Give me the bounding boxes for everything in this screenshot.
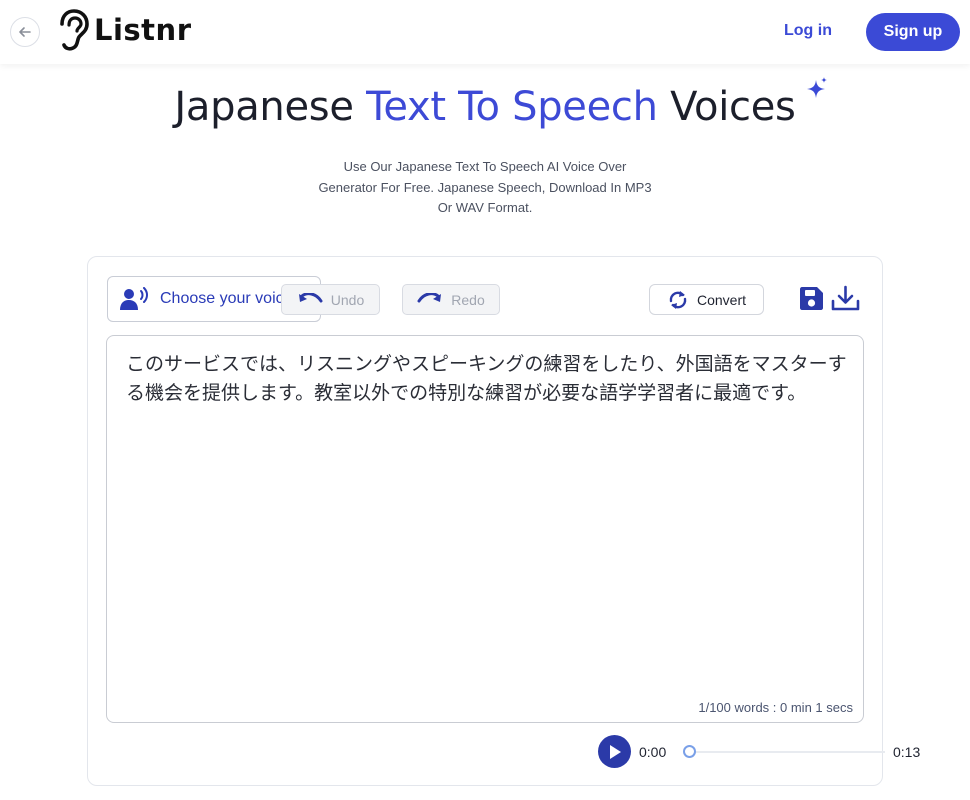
text-input-area[interactable]: このサービスでは、リスニングやスピーキングの練習をしたり、外国語をマスターする機… [106,335,864,723]
redo-label: Redo [451,291,485,308]
login-link[interactable]: Log in [784,22,832,40]
total-time: 0:13 [893,744,921,760]
convert-button[interactable]: Convert [649,284,764,315]
subtitle-line: Use Our Japanese Text To Speech AI Voice… [343,159,627,174]
back-button[interactable] [10,17,40,47]
convert-label: Convert [696,291,747,308]
subtitle-line: Generator For Free. Japanese Speech, Dow… [318,179,652,195]
sparkle-icon [807,77,827,98]
top-header: Listnr Log in Sign up [0,0,970,64]
undo-label: Undo [330,291,365,308]
save-icon[interactable] [798,285,825,312]
logo-text: Listnr [94,13,192,47]
download-icon[interactable] [831,285,860,312]
current-time: 0:00 [639,744,667,760]
title-part2: Voices [657,84,796,130]
refresh-icon [669,290,687,309]
subtitle-line: Or WAV Format. [437,200,533,215]
choose-voice-label: Choose your voice [160,290,293,307]
speaking-person-icon [120,287,148,310]
play-icon [609,744,621,759]
word-count: 1/100 words : 0 min 1 secs [698,700,853,715]
undo-button[interactable]: Undo [281,284,380,315]
audio-progress-track[interactable] [689,751,885,753]
redo-button[interactable]: Redo [402,284,500,315]
title-accent: Text To Speech [366,84,658,130]
title-part1: Japanese [174,84,367,130]
arrow-left-icon [19,27,31,37]
editor-text[interactable]: このサービスでは、リスニングやスピーキングの練習をしたり、外国語をマスターする機… [126,350,849,408]
play-button[interactable] [598,735,631,768]
undo-icon [298,292,323,302]
redo-icon [417,292,442,302]
signup-button[interactable]: Sign up [866,13,960,51]
listnr-logo[interactable]: Listnr [56,8,192,52]
audio-progress-thumb[interactable] [683,745,696,758]
ear-icon [60,9,89,51]
page-subtitle: Use Our Japanese Text To Speech AI Voice… [0,157,970,219]
